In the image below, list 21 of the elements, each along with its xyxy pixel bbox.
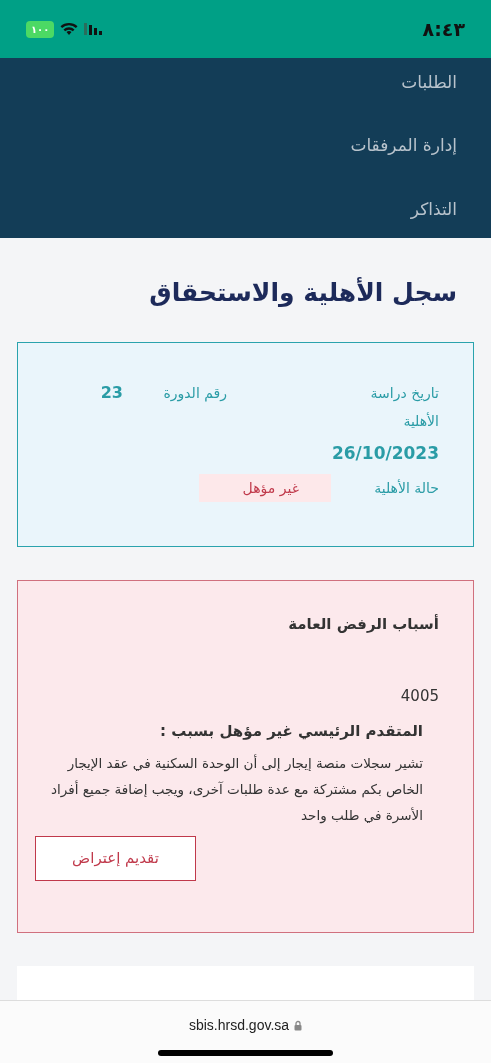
field-value: 26/10/2023 <box>331 441 439 465</box>
reason-text: تشير سجلات منصة إيجار إلى أن الوحدة السكنية في عقد الإيجار الخاص بكم مشتركة مع عدة طلبات آخرى، ويجب إضافة جميع أفراد الأسرة في طلب واحد <box>50 753 424 826</box>
nav-link[interactable]: إدارة المرفقات <box>350 133 457 159</box>
wifi-icon <box>60 22 79 36</box>
objection-button[interactable]: تقديم إعتراض <box>35 836 196 881</box>
nav-link[interactable]: التذاكر <box>410 196 457 222</box>
field-label: رقم الدورة <box>162 383 227 404</box>
field-label: تاريخ دراسة الأهلية <box>369 383 439 431</box>
lock-icon <box>294 1020 303 1031</box>
reason-heading: المتقدم الرئيسي غير مؤهل بسبب : <box>159 720 424 742</box>
status-badge: غير مؤهل <box>199 474 331 502</box>
field-value: 23 <box>100 381 123 404</box>
nav-link[interactable]: الطلبات <box>401 70 457 96</box>
battery-icon: ١٠٠ <box>26 20 55 38</box>
section-title: أسباب الرفض العامة <box>287 613 439 635</box>
field-label: حالة الأهلية <box>373 478 439 498</box>
error-code: 4005 <box>399 686 439 707</box>
status-time: ٨:٤٣ <box>422 16 465 42</box>
page-title: سجل الأهلية والاستحقاق <box>148 276 458 309</box>
signal-icon <box>84 23 103 35</box>
url-text: sbis.hrsd.gov.sa <box>188 1016 290 1035</box>
